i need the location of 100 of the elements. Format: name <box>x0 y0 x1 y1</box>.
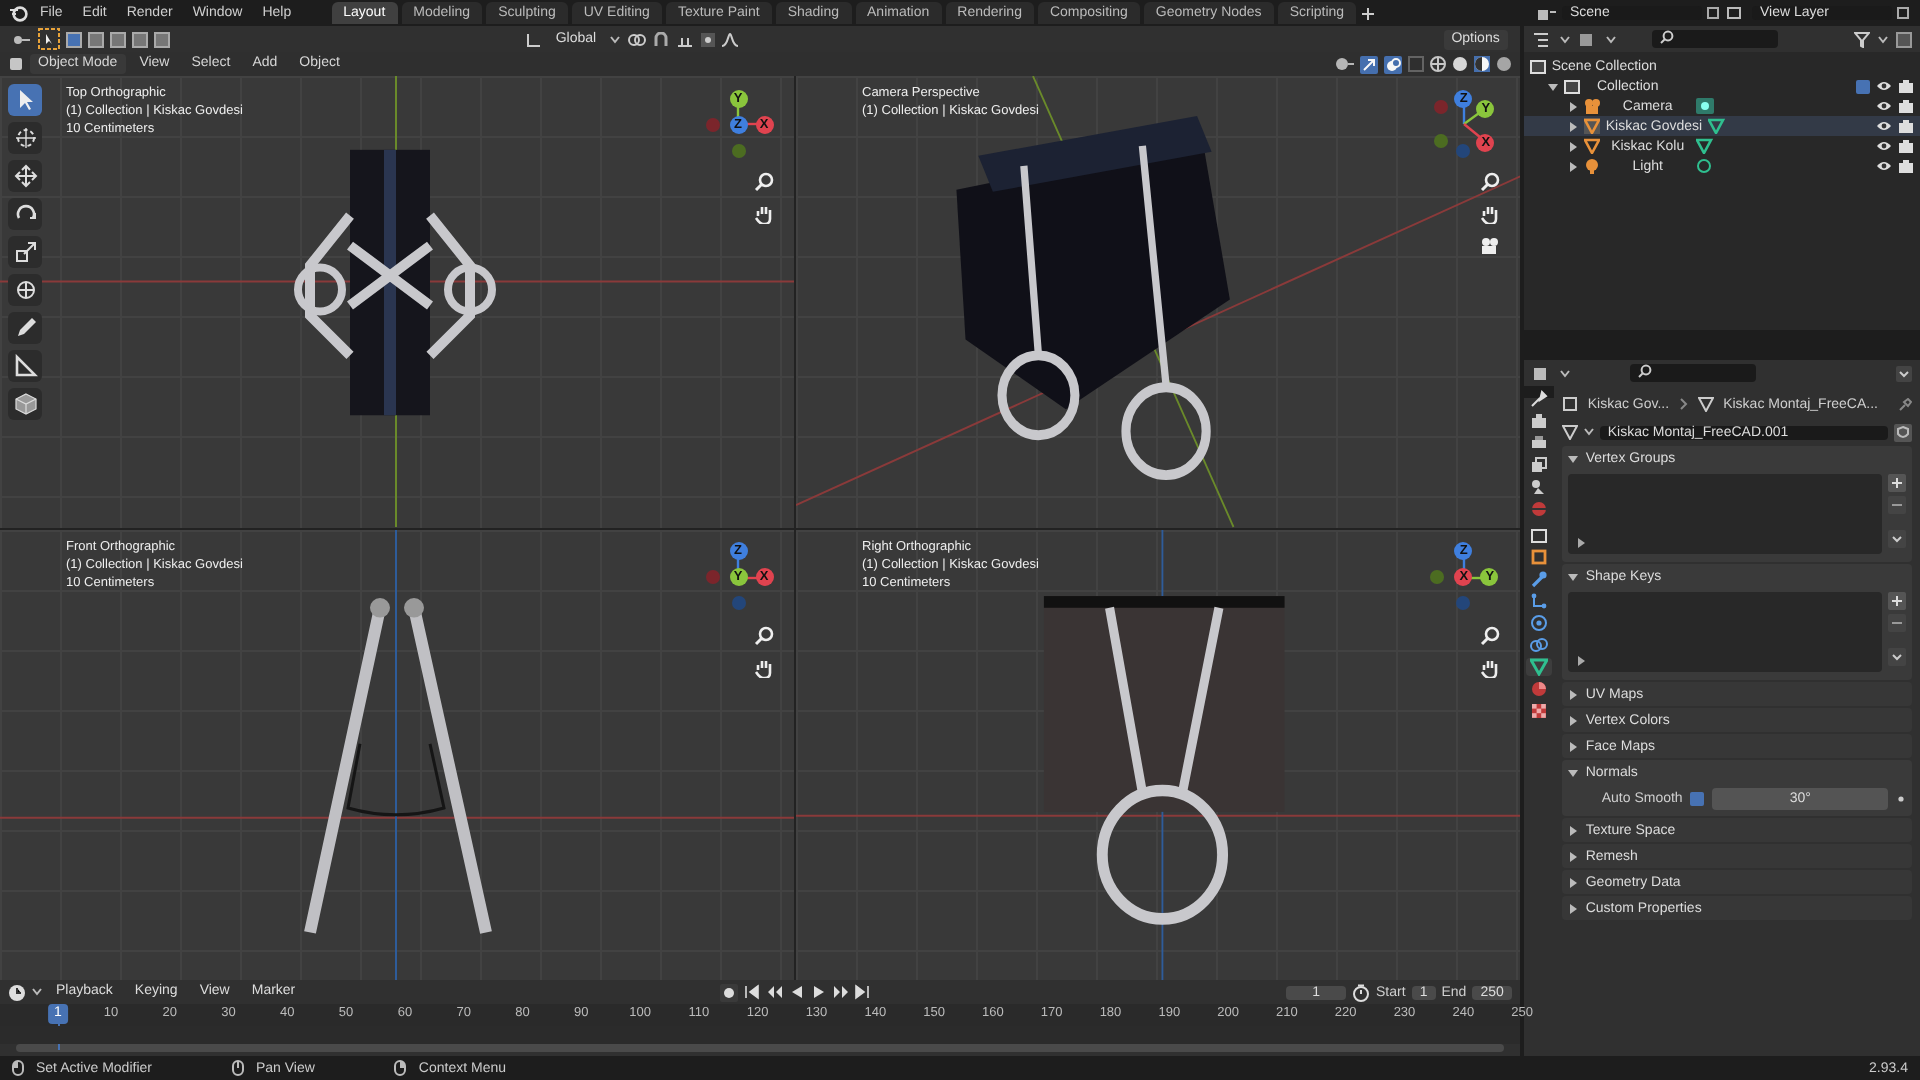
tool-button[interactable] <box>8 388 42 420</box>
properties-tab[interactable] <box>1525 526 1552 544</box>
play-icon[interactable] <box>809 984 826 1000</box>
light-data-icon[interactable] <box>1695 158 1714 174</box>
keyframe-dot-icon[interactable] <box>1896 794 1906 804</box>
expand-triangle-icon[interactable] <box>1567 689 1578 699</box>
eye-icon[interactable] <box>1876 80 1892 92</box>
eye-icon[interactable] <box>1876 160 1892 172</box>
tool-button[interactable] <box>8 198 42 230</box>
options-caret-icon[interactable] <box>1896 365 1912 381</box>
expand-triangle-icon[interactable] <box>1567 101 1578 111</box>
expand-triangle-icon[interactable] <box>1567 161 1578 171</box>
eye-icon[interactable] <box>1876 120 1892 132</box>
expand-triangle-icon[interactable] <box>1567 877 1578 887</box>
copy-icon[interactable] <box>1706 5 1722 21</box>
blender-logo-icon[interactable] <box>8 4 28 22</box>
minus-icon[interactable] <box>1888 614 1906 632</box>
pivot-icon[interactable] <box>626 31 647 47</box>
eye-icon[interactable] <box>1876 100 1892 112</box>
camera-render-icon[interactable] <box>1898 119 1914 133</box>
record-icon[interactable] <box>719 983 738 1001</box>
expand-triangle-icon[interactable] <box>1575 656 1586 666</box>
camera-icon[interactable] <box>1479 236 1500 254</box>
properties-tab[interactable] <box>1525 658 1552 676</box>
expand-triangle-icon[interactable] <box>1547 81 1558 91</box>
hand-icon[interactable] <box>754 657 774 677</box>
dropdown-icon[interactable] <box>1888 648 1906 666</box>
editor-type-icon[interactable] <box>1531 365 1552 381</box>
dropdown-icon[interactable] <box>1888 530 1906 548</box>
tool-button[interactable] <box>8 350 42 382</box>
globe-icon <box>1529 500 1548 518</box>
search-field[interactable] <box>1629 364 1756 382</box>
camera-render-icon[interactable] <box>1898 159 1914 173</box>
mesh-icon[interactable] <box>1561 424 1578 440</box>
play-reverse-icon[interactable] <box>787 984 804 1000</box>
camera-render-icon[interactable] <box>1898 139 1914 153</box>
axis-handle[interactable] <box>1434 99 1449 113</box>
hand-icon[interactable] <box>1479 657 1500 677</box>
pin-icon[interactable] <box>1898 397 1912 411</box>
tool-button[interactable] <box>8 236 42 268</box>
plus-icon[interactable] <box>1888 592 1906 610</box>
expand-triangle-icon[interactable] <box>1567 141 1578 151</box>
zoom-icon[interactable] <box>754 172 774 192</box>
zoom-icon[interactable] <box>754 625 774 645</box>
search-field[interactable] <box>1651 30 1778 48</box>
expand-triangle-icon[interactable] <box>1567 453 1578 463</box>
checkbox[interactable] <box>1856 79 1870 93</box>
stopwatch-icon[interactable] <box>1352 983 1371 1001</box>
mouse-icon <box>394 1060 407 1076</box>
display-mode-icon[interactable] <box>1577 31 1598 47</box>
shading-wire-icon[interactable] <box>1429 56 1446 72</box>
select-box-icon[interactable] <box>38 28 60 50</box>
scene-icon[interactable] <box>1536 5 1558 21</box>
expand-triangle-icon[interactable] <box>1567 825 1578 835</box>
proportional-icon[interactable] <box>700 31 717 47</box>
expand-triangle-icon[interactable] <box>1575 538 1586 548</box>
transform-tool-icon <box>13 278 37 302</box>
hand-icon[interactable] <box>754 204 774 224</box>
minus-icon[interactable] <box>1888 496 1906 514</box>
tool-button[interactable] <box>8 84 42 116</box>
plus-icon[interactable] <box>1888 474 1906 492</box>
tool-button[interactable] <box>8 274 42 306</box>
list-icon[interactable] <box>1531 31 1552 47</box>
expand-triangle-icon[interactable] <box>1567 741 1578 751</box>
snap-icon[interactable] <box>652 31 671 47</box>
camera-data-icon[interactable] <box>1695 98 1714 114</box>
shading-rendered-icon[interactable] <box>1495 56 1512 72</box>
expand-triangle-icon[interactable] <box>1567 851 1578 861</box>
checkbox[interactable] <box>1690 792 1705 806</box>
expand-triangle-icon[interactable] <box>1567 767 1578 777</box>
tool-button[interactable] <box>8 312 42 344</box>
shading-solid-icon[interactable] <box>1451 56 1468 72</box>
tool-button[interactable] <box>8 160 42 192</box>
eye-icon[interactable] <box>1876 140 1892 152</box>
shading-material-icon[interactable] <box>1473 56 1490 72</box>
editor-type-icon[interactable] <box>12 31 32 47</box>
falloff-icon[interactable] <box>722 31 739 47</box>
clock-icon[interactable] <box>8 983 26 1001</box>
visibility-icon[interactable] <box>1333 56 1354 72</box>
hand-icon[interactable] <box>1479 204 1500 224</box>
expand-triangle-icon[interactable] <box>1567 571 1578 581</box>
expand-triangle-icon[interactable] <box>1567 121 1578 131</box>
next-keyframe-icon[interactable] <box>831 984 848 1000</box>
copy-icon[interactable] <box>1896 5 1912 21</box>
jump-end-icon[interactable] <box>853 984 870 1000</box>
expand-triangle-icon[interactable] <box>1567 903 1578 913</box>
overlay-icon[interactable] <box>1383 55 1402 73</box>
jump-start-icon[interactable] <box>743 984 760 1000</box>
zoom-icon[interactable] <box>1479 172 1500 192</box>
tool-button[interactable] <box>8 122 42 154</box>
new-collection-icon[interactable] <box>1896 31 1912 47</box>
gizmo-icon[interactable] <box>1359 55 1378 73</box>
plus-icon[interactable] <box>1360 5 1377 21</box>
camera-render-icon[interactable] <box>1898 79 1914 93</box>
filter-icon[interactable] <box>1854 31 1870 47</box>
previous-keyframe-icon[interactable] <box>765 984 782 1000</box>
zoom-icon[interactable] <box>1479 625 1500 645</box>
expand-triangle-icon[interactable] <box>1567 715 1578 725</box>
camera-render-icon[interactable] <box>1898 99 1914 113</box>
shield-icon[interactable] <box>1894 423 1912 441</box>
